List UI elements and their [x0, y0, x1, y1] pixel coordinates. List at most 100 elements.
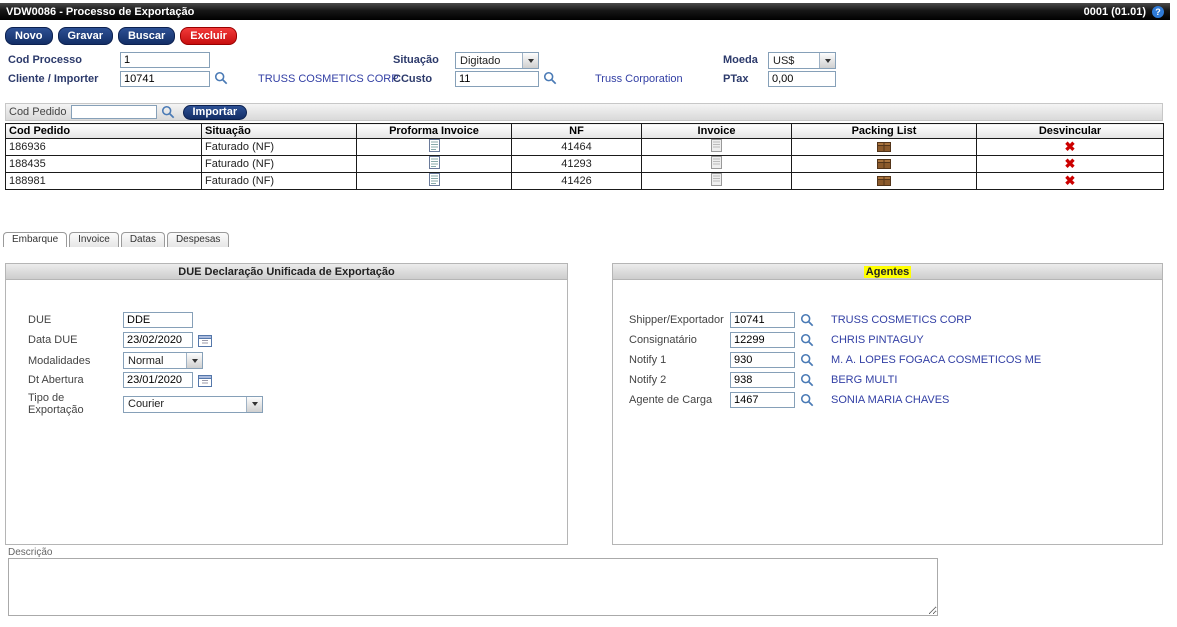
invoice-icon[interactable] [711, 139, 722, 152]
search-icon[interactable] [800, 393, 814, 407]
due-panel: DUE Declaração Unificada de Exportação D… [5, 263, 568, 545]
cell-situacao: Faturado (NF) [202, 156, 357, 173]
search-icon[interactable] [161, 105, 175, 119]
toolbar: Novo Gravar Buscar Excluir [5, 27, 237, 45]
cliente-name: TRUSS COSMETICS CORP [258, 73, 399, 85]
moeda-select[interactable]: US$ [768, 52, 836, 69]
unlink-icon[interactable]: ✖ [1065, 173, 1076, 188]
col-proforma: Proforma Invoice [357, 124, 512, 139]
cell-cod-pedido: 186936 [6, 139, 202, 156]
calendar-icon[interactable] [198, 374, 212, 387]
cell-packing[interactable] [792, 139, 977, 156]
agente-carga-name: SONIA MARIA CHAVES [831, 394, 949, 406]
ptax-input[interactable] [768, 71, 836, 87]
moeda-selected: US$ [769, 55, 819, 67]
shipper-input[interactable] [730, 312, 795, 328]
notify2-input[interactable] [730, 372, 795, 388]
cell-proforma[interactable] [357, 156, 512, 173]
modalidades-selected: Normal [124, 355, 186, 367]
agentes-panel-title: Agentes [864, 266, 911, 278]
chevron-down-icon [819, 53, 835, 68]
notify1-input[interactable] [730, 352, 795, 368]
cell-invoice[interactable] [642, 173, 792, 190]
search-icon[interactable] [800, 333, 814, 347]
search-icon[interactable] [800, 353, 814, 367]
cell-proforma[interactable] [357, 173, 512, 190]
proforma-invoice-icon[interactable] [429, 173, 440, 186]
table-row: 188981 Faturado (NF) 41426 ✖ [6, 173, 1164, 190]
situacao-select[interactable]: Digitado [455, 52, 539, 69]
packing-list-icon[interactable] [877, 174, 891, 186]
search-icon[interactable] [800, 313, 814, 327]
help-icon[interactable]: ? [1152, 6, 1164, 18]
data-due-input[interactable] [123, 332, 193, 348]
search-icon[interactable] [800, 373, 814, 387]
chevron-down-icon [186, 353, 202, 368]
unlink-icon[interactable]: ✖ [1065, 139, 1076, 154]
calendar-icon[interactable] [198, 334, 212, 347]
invoice-icon[interactable] [711, 156, 722, 169]
dt-abertura-input[interactable] [123, 372, 193, 388]
importar-button[interactable]: Importar [183, 105, 248, 120]
gravar-button[interactable]: Gravar [58, 27, 113, 45]
cliente-input[interactable] [120, 71, 210, 87]
tipo-exportacao-selected: Courier [124, 398, 246, 410]
cell-packing[interactable] [792, 156, 977, 173]
cod-pedido-bar: Cod Pedido Importar [5, 103, 1163, 121]
packing-list-icon[interactable] [877, 140, 891, 152]
ccusto-name: Truss Corporation [595, 73, 683, 85]
titlebar: VDW0086 - Processo de Exportação 0001 (0… [0, 3, 1170, 20]
consignatario-input[interactable] [730, 332, 795, 348]
modalidades-label: Modalidades [28, 355, 118, 367]
cell-desvincular[interactable]: ✖ [977, 139, 1164, 156]
tab-embarque[interactable]: Embarque [3, 232, 67, 247]
agente-carga-input[interactable] [730, 392, 795, 408]
novo-button[interactable]: Novo [5, 27, 53, 45]
table-row: 186936 Faturado (NF) 41464 ✖ [6, 139, 1164, 156]
shipper-label: Shipper/Exportador [629, 314, 725, 326]
tab-despesas[interactable]: Despesas [167, 232, 229, 247]
col-situacao: Situação [202, 124, 357, 139]
search-icon[interactable] [543, 71, 557, 85]
due-panel-title: DUE Declaração Unificada de Exportação [6, 264, 567, 280]
unlink-icon[interactable]: ✖ [1065, 156, 1076, 171]
data-due-label: Data DUE [28, 334, 118, 346]
consignatario-name: CHRIS PINTAGUY [831, 334, 924, 346]
invoice-icon[interactable] [711, 173, 722, 186]
due-input[interactable] [123, 312, 193, 328]
buscar-button[interactable]: Buscar [118, 27, 175, 45]
cell-situacao: Faturado (NF) [202, 173, 357, 190]
situacao-label: Situação [393, 54, 439, 66]
table-row: 188435 Faturado (NF) 41293 ✖ [6, 156, 1164, 173]
modalidades-select[interactable]: Normal [123, 352, 203, 369]
descricao-textarea[interactable] [8, 558, 938, 616]
col-desvincular: Desvincular [977, 124, 1164, 139]
descricao-label: Descrição [8, 547, 52, 558]
ccusto-input[interactable] [455, 71, 539, 87]
cod-processo-input[interactable] [120, 52, 210, 68]
dt-abertura-label: Dt Abertura [28, 374, 118, 386]
cell-proforma[interactable] [357, 139, 512, 156]
tab-datas[interactable]: Datas [121, 232, 165, 247]
cell-desvincular[interactable]: ✖ [977, 156, 1164, 173]
col-cod-pedido: Cod Pedido [6, 124, 202, 139]
cell-desvincular[interactable]: ✖ [977, 173, 1164, 190]
excluir-button[interactable]: Excluir [180, 27, 237, 45]
col-invoice: Invoice [642, 124, 792, 139]
due-label: DUE [28, 314, 118, 326]
packing-list-icon[interactable] [877, 157, 891, 169]
pedidos-table: Cod Pedido Situação Proforma Invoice NF … [5, 123, 1164, 190]
search-icon[interactable] [214, 71, 228, 85]
ccusto-label: CCusto [393, 73, 432, 85]
tipo-exportacao-select[interactable]: Courier [123, 396, 263, 413]
cell-packing[interactable] [792, 173, 977, 190]
proforma-invoice-icon[interactable] [429, 139, 440, 152]
cell-invoice[interactable] [642, 156, 792, 173]
agentes-panel-header: Agentes [613, 264, 1162, 280]
cod-pedido-input[interactable] [71, 105, 157, 119]
situacao-selected: Digitado [456, 55, 522, 67]
cell-invoice[interactable] [642, 139, 792, 156]
proforma-invoice-icon[interactable] [429, 156, 440, 169]
notify1-name: M. A. LOPES FOGACA COSMETICOS ME [831, 354, 1041, 366]
tab-invoice[interactable]: Invoice [69, 232, 119, 247]
